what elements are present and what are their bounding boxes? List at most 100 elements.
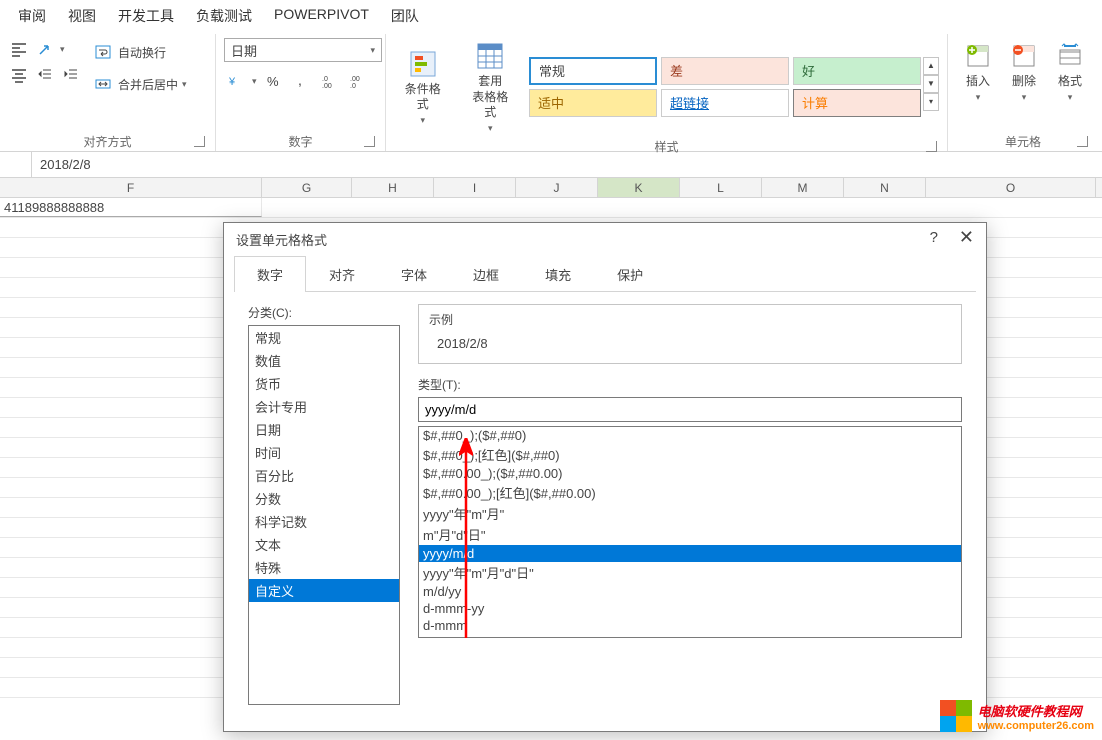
- increase-decimal-icon[interactable]: .0.00: [319, 70, 341, 92]
- delete-button[interactable]: 删除 ▾: [1002, 38, 1046, 105]
- type-item[interactable]: d-mmm: [419, 617, 961, 634]
- main-tabs: 审阅 视图 开发工具 负载测试 POWERPIVOT 团队: [0, 0, 1102, 34]
- category-item[interactable]: 时间: [249, 441, 399, 464]
- gallery-up-icon[interactable]: ▲: [923, 57, 939, 75]
- orientation-icon[interactable]: [34, 38, 56, 60]
- svg-text:%: %: [267, 74, 279, 89]
- chevron-down-icon[interactable]: ▾: [252, 76, 257, 87]
- category-item[interactable]: 百分比: [249, 464, 399, 487]
- watermark-logo-icon: [940, 700, 972, 732]
- accounting-format-icon[interactable]: ¥: [224, 70, 246, 92]
- type-item[interactable]: $#,##0_);($#,##0): [419, 427, 961, 444]
- wrap-text-label[interactable]: 自动换行: [118, 44, 166, 61]
- group-label-alignment: 对齐方式: [8, 131, 207, 149]
- dialog-tab-alignment[interactable]: 对齐: [306, 256, 378, 292]
- category-item[interactable]: 日期: [249, 418, 399, 441]
- dialog-tab-font[interactable]: 字体: [378, 256, 450, 292]
- formula-input[interactable]: 2018/2/8: [32, 157, 1102, 172]
- category-item[interactable]: 特殊: [249, 556, 399, 579]
- gallery-down-icon[interactable]: ▼: [923, 75, 939, 93]
- increase-indent-icon[interactable]: [60, 64, 82, 86]
- formula-bar: 2018/2/8: [0, 152, 1102, 178]
- help-icon[interactable]: ?: [930, 229, 938, 246]
- sample-value: 2018/2/8: [429, 336, 951, 351]
- tab-loadtest[interactable]: 负载测试: [196, 6, 252, 26]
- category-item[interactable]: 常规: [249, 326, 399, 349]
- category-list[interactable]: 常规数值货币会计专用日期时间百分比分数科学记数文本特殊自定义: [248, 325, 400, 705]
- col-header-J[interactable]: J: [516, 178, 598, 197]
- delete-label: 删除: [1012, 74, 1036, 90]
- category-item[interactable]: 分数: [249, 487, 399, 510]
- dialog-tab-number[interactable]: 数字: [234, 256, 306, 292]
- type-item[interactable]: yyyy"年"m"月"d"日": [419, 562, 961, 583]
- name-box[interactable]: [0, 152, 32, 177]
- type-item[interactable]: $#,##0.00_);[红色]($#,##0.00): [419, 482, 961, 503]
- type-item[interactable]: yyyy"年"m"月": [419, 503, 961, 524]
- dialog-tab-protection[interactable]: 保护: [594, 256, 666, 292]
- tab-powerpivot[interactable]: POWERPIVOT: [274, 6, 369, 26]
- type-item[interactable]: m/d/yy: [419, 583, 961, 600]
- decrease-indent-icon[interactable]: [34, 64, 56, 86]
- tab-devtools[interactable]: 开发工具: [118, 6, 174, 26]
- col-header-H[interactable]: H: [352, 178, 434, 197]
- align-center-icon[interactable]: [8, 64, 30, 86]
- merge-center-label[interactable]: 合并后居中: [118, 76, 178, 93]
- type-item[interactable]: m"月"d"日": [419, 524, 961, 545]
- cell-F-first[interactable]: 41189888888888: [0, 198, 262, 217]
- chevron-down-icon: ▾: [1068, 92, 1073, 103]
- close-icon[interactable]: ✕: [959, 227, 974, 248]
- type-item[interactable]: $#,##0.00_);($#,##0.00): [419, 465, 961, 482]
- table-format-button[interactable]: 套用 表格格式 ▾: [462, 38, 520, 136]
- type-item[interactable]: yyyy/m/d: [419, 545, 961, 562]
- insert-label: 插入: [966, 74, 990, 90]
- col-header-M[interactable]: M: [762, 178, 844, 197]
- category-item[interactable]: 货币: [249, 372, 399, 395]
- chevron-down-icon[interactable]: ▾: [182, 79, 187, 90]
- type-item[interactable]: d-mmm-yy: [419, 600, 961, 617]
- insert-button[interactable]: 插入 ▾: [956, 38, 1000, 105]
- number-format-value: 日期: [231, 41, 257, 60]
- category-item[interactable]: 自定义: [249, 579, 399, 602]
- format-button[interactable]: 格式 ▾: [1048, 38, 1092, 105]
- col-header-I[interactable]: I: [434, 178, 516, 197]
- col-header-N[interactable]: N: [844, 178, 926, 197]
- style-hyperlink[interactable]: 超链接: [661, 89, 789, 117]
- cell-styles-gallery: 常规 差 好 适中 超链接 计算: [529, 57, 921, 117]
- type-list[interactable]: $#,##0_);($#,##0)$#,##0_);[红色]($#,##0)$#…: [418, 426, 962, 638]
- category-label: 分类(C):: [248, 304, 400, 321]
- style-good[interactable]: 好: [793, 57, 921, 85]
- decrease-decimal-icon[interactable]: .00.0: [347, 70, 369, 92]
- gallery-more-icon[interactable]: ▾: [923, 93, 939, 111]
- chevron-down-icon: ▾: [1022, 92, 1027, 103]
- category-item[interactable]: 科学记数: [249, 510, 399, 533]
- style-normal[interactable]: 常规: [529, 57, 657, 85]
- dialog-tab-fill[interactable]: 填充: [522, 256, 594, 292]
- type-input[interactable]: [418, 397, 962, 422]
- chevron-down-icon[interactable]: ▾: [60, 44, 65, 55]
- style-bad[interactable]: 差: [661, 57, 789, 85]
- percent-icon[interactable]: %: [263, 70, 285, 92]
- style-calc[interactable]: 计算: [793, 89, 921, 117]
- col-header-L[interactable]: L: [680, 178, 762, 197]
- col-header-K[interactable]: K: [598, 178, 680, 197]
- ribbon: ▾ 自动换行 合并后居中 ▾ 对齐方式: [0, 34, 1102, 152]
- tab-review[interactable]: 审阅: [18, 6, 46, 26]
- comma-icon[interactable]: ,: [291, 70, 313, 92]
- tab-view[interactable]: 视图: [68, 6, 96, 26]
- col-header-F[interactable]: F: [0, 178, 262, 197]
- type-item[interactable]: $#,##0_);[红色]($#,##0): [419, 444, 961, 465]
- merge-center-icon[interactable]: [92, 73, 114, 95]
- dialog-tab-border[interactable]: 边框: [450, 256, 522, 292]
- col-header-G[interactable]: G: [262, 178, 352, 197]
- category-item[interactable]: 文本: [249, 533, 399, 556]
- align-left-icon[interactable]: [8, 38, 30, 60]
- style-neutral[interactable]: 适中: [529, 89, 657, 117]
- category-item[interactable]: 会计专用: [249, 395, 399, 418]
- col-header-O[interactable]: O: [926, 178, 1096, 197]
- conditional-format-button[interactable]: 条件格式 ▾: [394, 46, 452, 128]
- chevron-down-icon: ▾: [370, 45, 375, 56]
- wrap-text-icon[interactable]: [92, 41, 114, 63]
- category-item[interactable]: 数值: [249, 349, 399, 372]
- number-format-select[interactable]: 日期 ▾: [224, 38, 382, 62]
- tab-team[interactable]: 团队: [391, 6, 419, 26]
